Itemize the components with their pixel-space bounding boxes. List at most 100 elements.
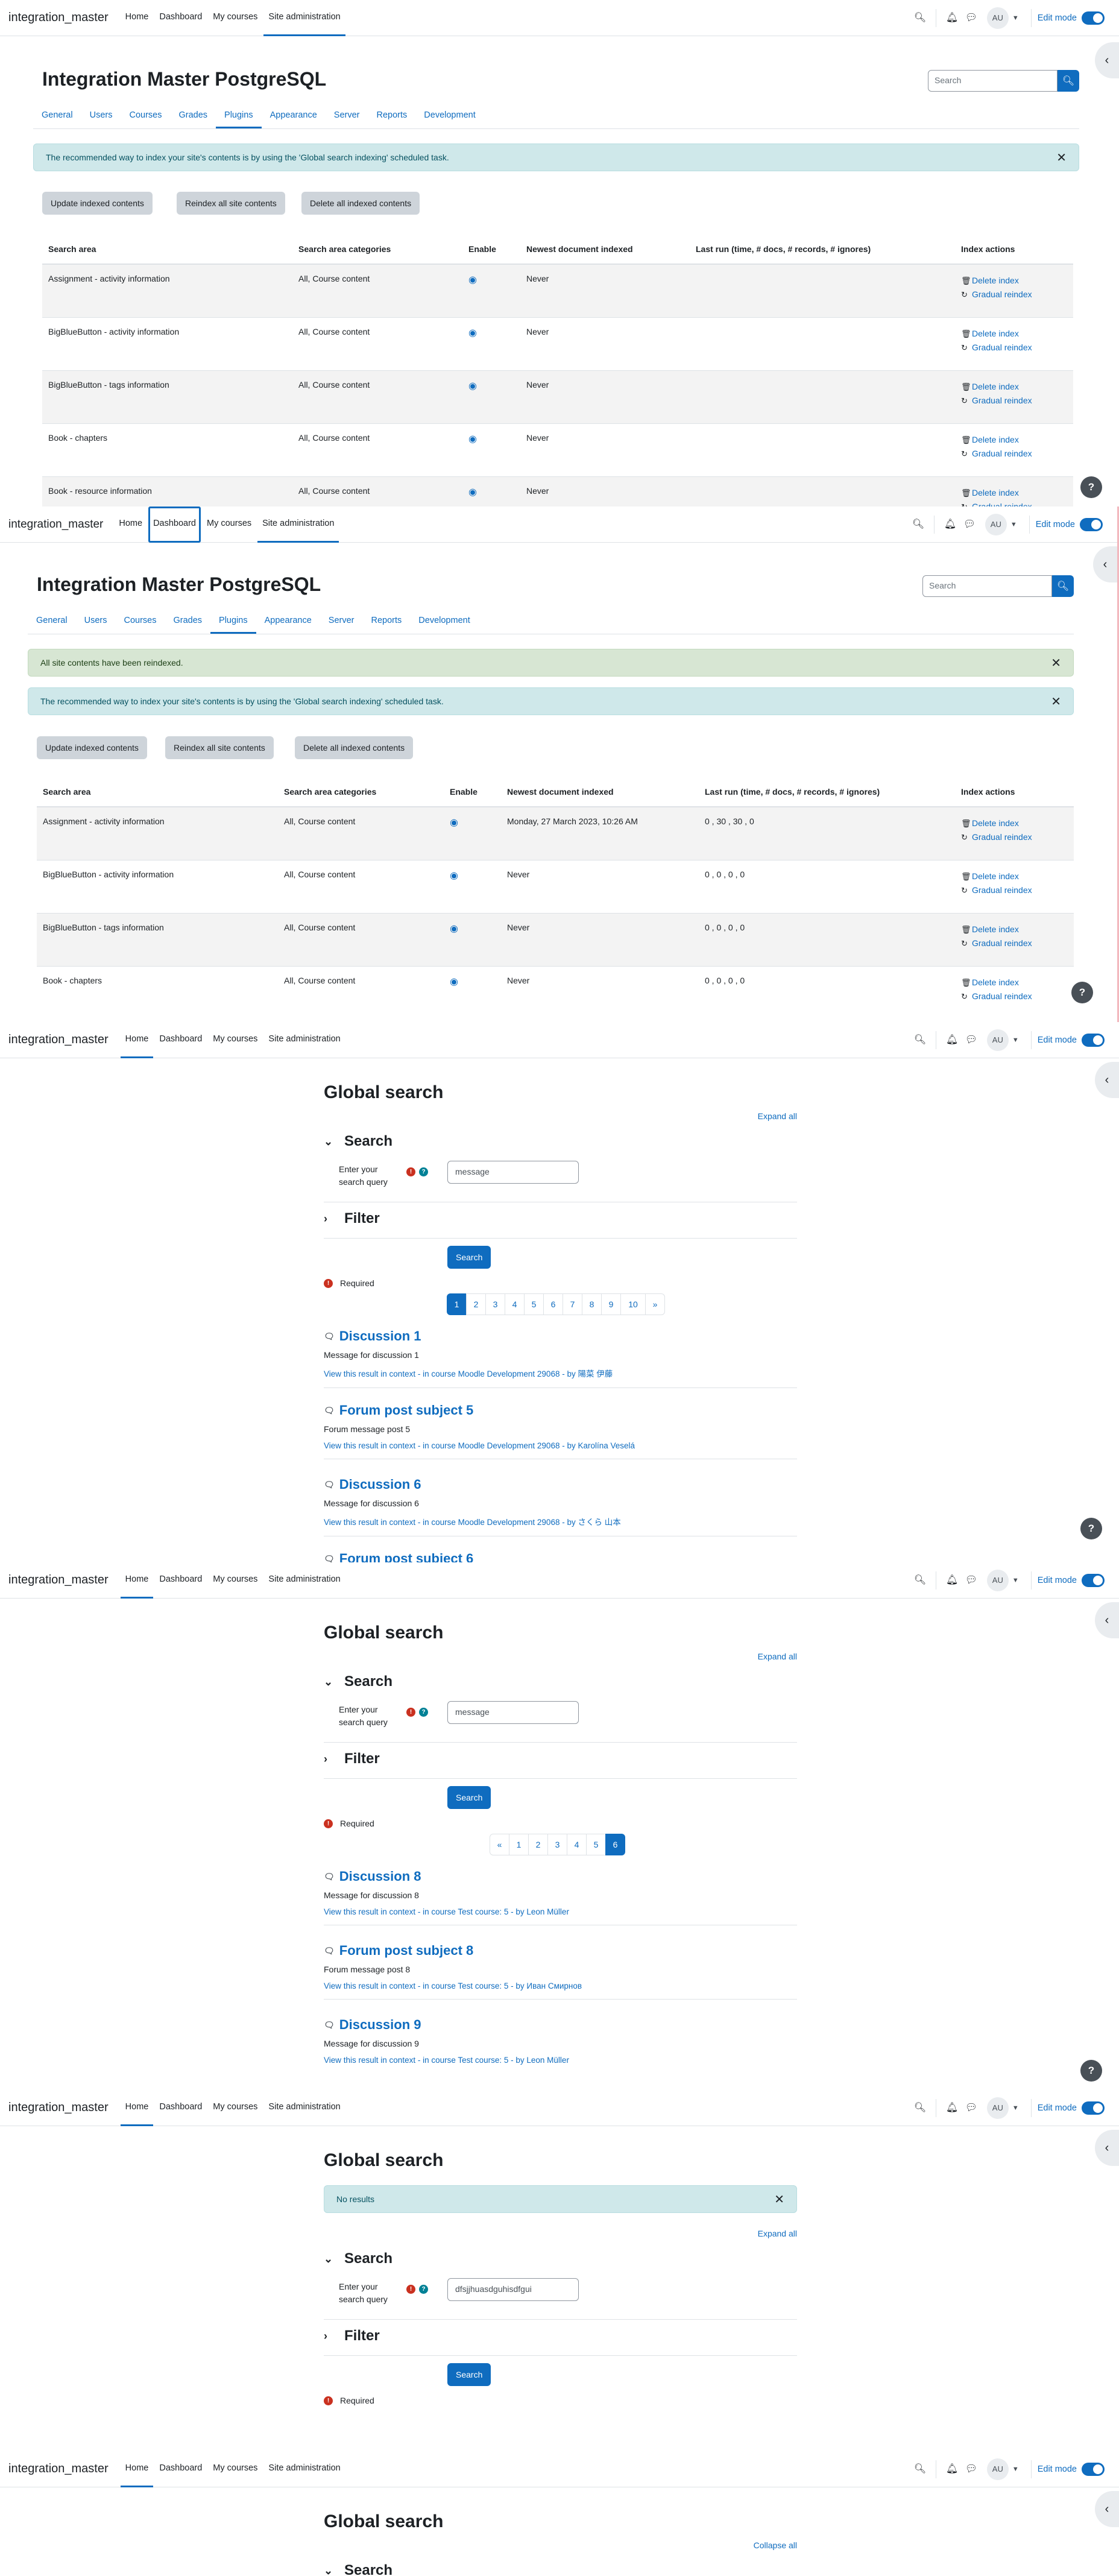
avatar[interactable]: AU bbox=[986, 7, 1009, 29]
gradual-reindex-link[interactable]: ↻ Gradual reindex bbox=[961, 341, 1067, 355]
result-context-link[interactable]: View this result in context - in course … bbox=[324, 1907, 797, 1916]
search-legend[interactable]: ⌄ Search bbox=[324, 1673, 392, 1690]
page-link[interactable]: 9 bbox=[601, 1293, 621, 1315]
nav-my-courses[interactable]: My courses bbox=[202, 507, 256, 543]
gradual-reindex-link[interactable]: ↻ Gradual reindex bbox=[961, 936, 1068, 950]
eye-icon[interactable]: ◉ bbox=[468, 328, 477, 338]
nav-home[interactable]: Home bbox=[120, 1562, 154, 1599]
site-brand[interactable]: integration_master bbox=[8, 11, 109, 25]
result-context-link[interactable]: View this result in context - in course … bbox=[324, 1441, 797, 1450]
nav-dashboard[interactable]: Dashboard bbox=[154, 2090, 207, 2126]
eye-icon[interactable]: ◉ bbox=[468, 275, 477, 285]
search-icon[interactable]: 🔍︎ bbox=[1052, 575, 1074, 597]
drawer-toggle-icon[interactable]: ‹ bbox=[1095, 1602, 1119, 1638]
tab-plugins[interactable]: Plugins bbox=[216, 104, 262, 128]
gradual-reindex-link[interactable]: ↻ Gradual reindex bbox=[961, 447, 1067, 461]
nav-my-courses[interactable]: My courses bbox=[208, 2090, 262, 2126]
help-icon[interactable]: ? bbox=[1080, 476, 1102, 498]
nav-home[interactable]: Home bbox=[120, 2090, 154, 2126]
eye-icon[interactable]: ◉ bbox=[468, 487, 477, 497]
result-context-link[interactable]: View this result in context - in course … bbox=[324, 1367, 797, 1379]
edit-mode-toggle[interactable] bbox=[1082, 2101, 1105, 2115]
tab-courses[interactable]: Courses bbox=[115, 609, 165, 634]
result-context-link[interactable]: View this result in context - in course … bbox=[324, 2056, 797, 2065]
messages-icon[interactable]: 💬︎ bbox=[965, 1034, 977, 1046]
chevron-down-icon[interactable]: ▼ bbox=[1012, 1037, 1019, 1044]
nav-site-administration[interactable]: Site administration bbox=[263, 0, 345, 36]
drawer-toggle-icon[interactable]: ‹ bbox=[1095, 42, 1119, 78]
search-icon[interactable]: 🔍︎ bbox=[914, 1034, 926, 1046]
page-link[interactable]: 5 bbox=[586, 1834, 606, 1855]
delete-index-link[interactable]: 🗑︎Delete index bbox=[961, 274, 1067, 288]
tab-general[interactable]: General bbox=[28, 609, 76, 634]
edit-mode-toggle[interactable] bbox=[1082, 1573, 1105, 1587]
edit-mode-toggle[interactable] bbox=[1082, 1033, 1105, 1047]
delete-index-link[interactable]: 🗑︎Delete index bbox=[961, 433, 1067, 447]
eye-icon[interactable]: ◉ bbox=[450, 977, 458, 987]
messages-icon[interactable]: 💬︎ bbox=[965, 2102, 977, 2114]
drawer-toggle-icon[interactable]: ‹ bbox=[1093, 546, 1117, 582]
bell-icon[interactable]: 🔔︎ bbox=[946, 1034, 958, 1046]
chevron-down-icon[interactable]: ▼ bbox=[1010, 521, 1017, 528]
result-title[interactable]: Discussion 1 bbox=[339, 1328, 421, 1344]
gradual-reindex-link[interactable]: ↻ Gradual reindex bbox=[961, 288, 1067, 301]
eye-icon[interactable]: ◉ bbox=[468, 381, 477, 391]
result-title[interactable]: Forum post subject 8 bbox=[339, 1943, 473, 1959]
search-icon[interactable]: 🔍︎ bbox=[912, 519, 924, 531]
tab-reports[interactable]: Reports bbox=[363, 609, 411, 634]
edit-mode-toggle[interactable] bbox=[1080, 517, 1103, 531]
chevron-down-icon[interactable]: ▼ bbox=[1012, 2466, 1019, 2473]
nav-dashboard[interactable]: Dashboard bbox=[154, 1562, 207, 1599]
search-icon[interactable]: 🔍︎ bbox=[914, 2102, 926, 2114]
search-icon[interactable]: 🔍︎ bbox=[914, 1574, 926, 1586]
eye-icon[interactable]: ◉ bbox=[450, 818, 458, 828]
page-link[interactable]: 8 bbox=[582, 1293, 602, 1315]
page-link[interactable]: 2 bbox=[466, 1293, 486, 1315]
gradual-reindex-link[interactable]: ↻ Gradual reindex bbox=[961, 990, 1068, 1003]
page-link[interactable]: 4 bbox=[505, 1293, 525, 1315]
search-legend[interactable]: ⌄ Search bbox=[324, 1133, 392, 1150]
bell-icon[interactable]: 🔔︎ bbox=[946, 2102, 958, 2114]
delete-index-link[interactable]: 🗑︎Delete index bbox=[961, 486, 1067, 500]
page-link[interactable]: 6 bbox=[543, 1293, 563, 1315]
delete-index-link[interactable]: 🗑︎Delete index bbox=[961, 327, 1067, 341]
drawer-toggle-icon[interactable]: ‹ bbox=[1095, 1062, 1119, 1098]
page-link[interactable]: 5 bbox=[524, 1293, 544, 1315]
tab-server[interactable]: Server bbox=[320, 609, 363, 634]
search-icon[interactable]: 🔍︎ bbox=[1058, 70, 1079, 92]
tab-development[interactable]: Development bbox=[415, 104, 484, 128]
tab-courses[interactable]: Courses bbox=[121, 104, 170, 128]
result-title[interactable]: Forum post subject 6 bbox=[339, 1551, 473, 1562]
help-icon[interactable]: ? bbox=[419, 2285, 428, 2294]
chevron-down-icon[interactable]: ▼ bbox=[1012, 14, 1019, 22]
nav-site-administration[interactable]: Site administration bbox=[263, 2451, 345, 2487]
edit-mode-toggle[interactable] bbox=[1082, 2462, 1105, 2476]
help-icon[interactable]: ? bbox=[1080, 1518, 1102, 1539]
tab-grades[interactable]: Grades bbox=[165, 609, 210, 634]
search-icon[interactable]: 🔍︎ bbox=[914, 2463, 926, 2475]
reindex-all-button[interactable]: Reindex all site contents bbox=[177, 192, 285, 215]
nav-home[interactable]: Home bbox=[114, 507, 147, 543]
tab-users[interactable]: Users bbox=[76, 609, 116, 634]
admin-search-input[interactable]: Search bbox=[928, 70, 1058, 92]
bell-icon[interactable]: 🔔︎ bbox=[946, 12, 958, 24]
search-submit-button[interactable]: Search bbox=[447, 1786, 491, 1809]
nav-site-administration[interactable]: Site administration bbox=[263, 2090, 345, 2126]
avatar[interactable]: AU bbox=[986, 1569, 1009, 1591]
nav-site-administration[interactable]: Site administration bbox=[263, 1562, 345, 1599]
nav-my-courses[interactable]: My courses bbox=[208, 0, 262, 36]
chevron-down-icon[interactable]: ▼ bbox=[1012, 1577, 1019, 1584]
site-brand[interactable]: integration_master bbox=[8, 518, 103, 531]
delete-all-button[interactable]: Delete all indexed contents bbox=[301, 192, 420, 215]
page-link[interactable]: 4 bbox=[567, 1834, 587, 1855]
site-brand[interactable]: integration_master bbox=[8, 2101, 109, 2115]
search-icon[interactable]: 🔍︎ bbox=[914, 12, 926, 24]
messages-icon[interactable]: 💬︎ bbox=[963, 519, 976, 531]
avatar[interactable]: AU bbox=[986, 2458, 1009, 2480]
drawer-toggle-icon[interactable]: ‹ bbox=[1095, 2130, 1119, 2166]
nav-my-courses[interactable]: My courses bbox=[208, 1022, 262, 1058]
tab-appearance[interactable]: Appearance bbox=[262, 104, 326, 128]
nav-home[interactable]: Home bbox=[121, 0, 154, 36]
delete-index-link[interactable]: 🗑︎Delete index bbox=[961, 870, 1068, 883]
nav-dashboard[interactable]: Dashboard bbox=[154, 1022, 207, 1058]
